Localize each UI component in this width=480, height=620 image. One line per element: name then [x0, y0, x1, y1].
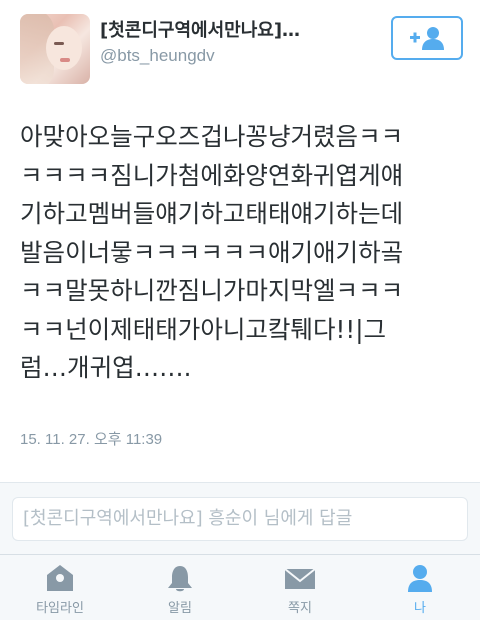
tweet-text: 아맞아오늘구오즈겁나꽁냥거렸음ㅋㅋ ㅋㅋㅋㅋ짐니가첨에화양연화귀엽게얘 기하고멤… — [20, 118, 470, 388]
home-icon — [47, 565, 73, 591]
tweet-line: 럼…개귀엽……. — [20, 353, 192, 382]
tweet-line: ㅋㅋㅋㅋ짐니가첨에화양연화귀엽게얘 — [20, 160, 404, 190]
tweet-line: 아맞아오늘구오즈겁나꽁냥거렸음ㅋㅋ — [20, 122, 404, 151]
tweet-line: ㅋㅋ넌이제태태가아니고캌퉤다!!|그 — [20, 314, 386, 344]
tweet-line: 발음이너뭏ㅋㅋㅋㅋㅋㅋ애기애기하곸 — [20, 237, 404, 267]
tab-messages[interactable]: 쪽지 — [240, 555, 360, 620]
person-icon — [408, 565, 432, 592]
tab-label: 쪽지 — [288, 601, 312, 616]
follow-button[interactable] — [391, 16, 463, 60]
tab-notifications[interactable]: 알림 — [120, 555, 240, 620]
add-user-icon — [410, 27, 444, 50]
tab-label: 알림 — [168, 601, 192, 616]
tab-label: 타임라인 — [36, 601, 84, 616]
reply-bar: [첫콘디구역에서만나요] 흥순이 님에게 답글 — [0, 482, 480, 554]
avatar-face — [46, 26, 82, 70]
tab-label: 나 — [414, 601, 426, 616]
reply-input[interactable]: [첫콘디구역에서만나요] 흥순이 님에게 답글 — [12, 497, 468, 541]
avatar[interactable] — [20, 14, 90, 84]
bell-icon — [168, 566, 192, 592]
envelope-icon — [284, 568, 316, 589]
avatar-mouth — [60, 58, 70, 62]
user-names[interactable]: [첫콘디구역에서만나요]… @bts_heungdv — [100, 16, 360, 66]
screen-name: @bts_heungdv — [100, 46, 215, 65]
tweet-line: ㅋㅋ말못하니깐짐니가마지막엘ㅋㅋㅋ — [20, 276, 404, 305]
tab-me[interactable]: 나 — [360, 555, 480, 620]
tab-bar: 타임라인 알림 쪽지 나 — [0, 554, 480, 620]
tab-timeline[interactable]: 타임라인 — [0, 555, 120, 620]
tweet-line: 기하고멤버들얘기하고태태얘기하는데 — [20, 199, 404, 228]
display-name: [첫콘디구역에서만나요]… — [100, 20, 301, 41]
avatar-eye — [54, 42, 64, 45]
tweet-timestamp: 15. 11. 27. 오후 11:39 — [20, 431, 163, 448]
tweet-header: [첫콘디구역에서만나요]… @bts_heungdv — [0, 0, 480, 100]
